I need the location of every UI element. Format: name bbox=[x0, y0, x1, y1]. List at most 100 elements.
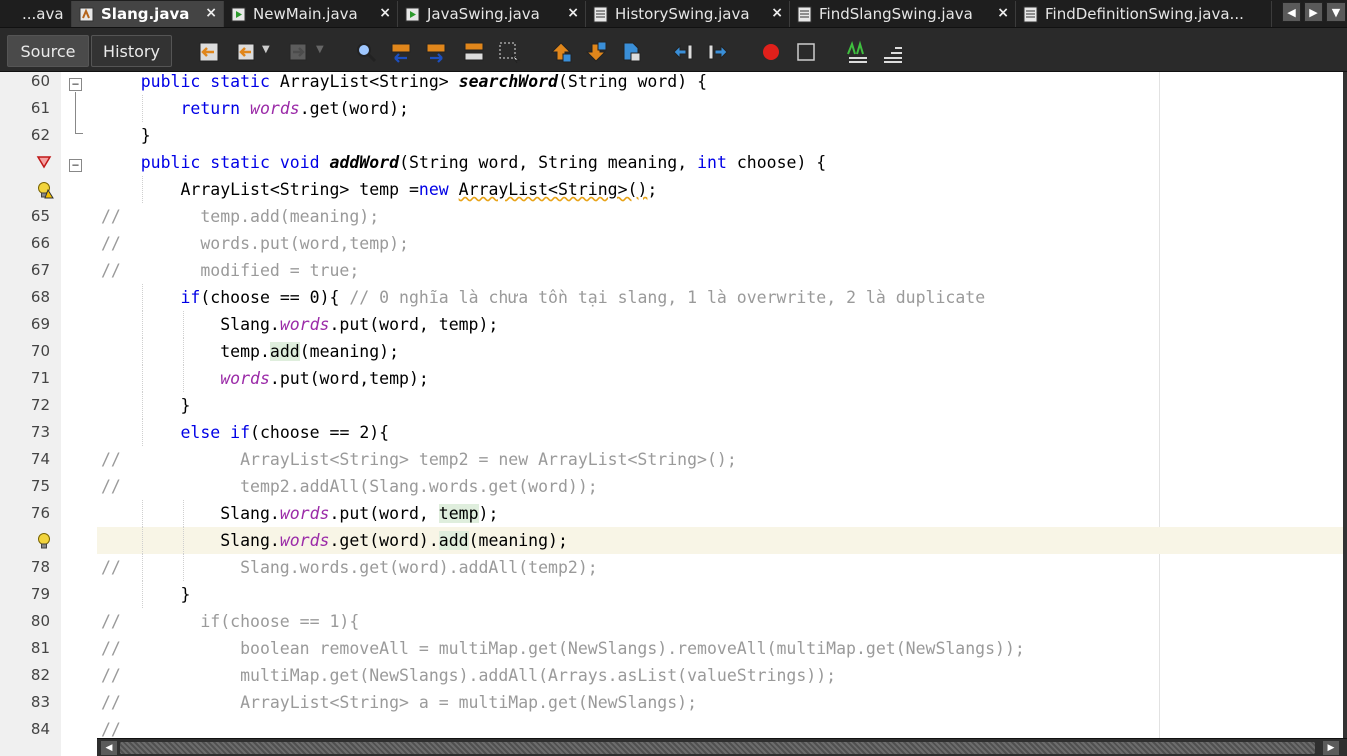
override-marker-icon[interactable] bbox=[36, 154, 52, 172]
code-editor[interactable]: public static ArrayList<String> searchWo… bbox=[97, 72, 1343, 738]
collapse-fold-icon[interactable]: − bbox=[69, 159, 82, 172]
tab-label: FindDefinitionSwing.java... bbox=[1045, 5, 1244, 23]
close-icon[interactable]: × bbox=[205, 5, 217, 21]
history-view-button[interactable]: History bbox=[91, 35, 172, 67]
code-line[interactable]: } bbox=[97, 122, 1343, 149]
code-line[interactable]: if(choose == 0){ // 0 nghĩa là chưa tồn … bbox=[97, 284, 1343, 311]
code-line[interactable]: // words.put(word,temp); bbox=[97, 230, 1343, 257]
vertical-scrollbar[interactable] bbox=[1343, 72, 1347, 738]
code-line[interactable]: } bbox=[97, 581, 1343, 608]
tab-label: FindSlangSwing.java bbox=[819, 5, 973, 23]
code-line[interactable]: Slang.words.put(word, temp); bbox=[97, 311, 1343, 338]
horizontal-scrollbar[interactable]: ◀ ▶ bbox=[97, 738, 1347, 756]
fold-end-mark bbox=[75, 133, 83, 134]
code-text: return words.get(word); bbox=[180, 99, 409, 118]
line-number: 68 bbox=[30, 288, 50, 306]
code-line[interactable]: ArrayList<String> temp =new ArrayList<St… bbox=[97, 176, 1343, 203]
previous-bookmark-icon[interactable] bbox=[549, 40, 573, 64]
line-number: 83 bbox=[30, 693, 50, 711]
line-number: 79 bbox=[30, 585, 50, 603]
comment-icon[interactable] bbox=[846, 40, 870, 64]
toggle-highlight-search-icon[interactable] bbox=[462, 40, 486, 64]
editor-toolbar: Source History ▼ ▼ bbox=[0, 28, 1347, 72]
find-next-icon[interactable] bbox=[424, 40, 448, 64]
next-bookmark-icon[interactable] bbox=[584, 40, 608, 64]
code-line[interactable]: Slang.words.put(word, temp); bbox=[97, 500, 1343, 527]
tab-overflow[interactable]: ...ava bbox=[0, 1, 72, 27]
code-line[interactable]: } bbox=[97, 392, 1343, 419]
start-macro-recording-icon[interactable] bbox=[759, 40, 783, 64]
java-runnable-file-icon bbox=[231, 7, 246, 21]
hint-lightbulb-icon[interactable] bbox=[36, 532, 52, 550]
scroll-tabs-left-button[interactable]: ◀ bbox=[1282, 2, 1301, 22]
show-opened-documents-button[interactable]: ▼ bbox=[1326, 2, 1346, 22]
line-number: 74 bbox=[30, 450, 50, 468]
code-line[interactable]: // ArrayList<String> temp2 = new ArrayLi… bbox=[97, 446, 1343, 473]
close-icon[interactable]: × bbox=[997, 5, 1009, 21]
forward-icon[interactable] bbox=[286, 40, 310, 64]
uncomment-icon[interactable] bbox=[881, 40, 905, 64]
code-text: else if(choose == 2){ bbox=[180, 423, 390, 442]
form-file-icon bbox=[797, 6, 812, 22]
back-icon[interactable] bbox=[234, 40, 258, 64]
tab-label: NewMain.java bbox=[253, 5, 358, 23]
tab-slang-java[interactable]: Slang.java × bbox=[72, 1, 224, 27]
code-text: temp.add(meaning); bbox=[101, 342, 400, 361]
code-line[interactable]: public static ArrayList<String> searchWo… bbox=[97, 72, 1343, 95]
tab-javaswing-java[interactable]: JavaSwing.java × bbox=[398, 1, 586, 27]
line-number: 69 bbox=[30, 315, 50, 333]
code-line[interactable]: // multiMap.get(NewSlangs).addAll(Arrays… bbox=[97, 662, 1343, 689]
warning-lightbulb-icon[interactable] bbox=[36, 181, 54, 199]
toggle-bookmark-icon[interactable] bbox=[619, 40, 643, 64]
stop-macro-recording-icon[interactable] bbox=[794, 40, 818, 64]
line-number: 73 bbox=[30, 423, 50, 441]
code-line[interactable]: Slang.words.get(word).add(meaning); bbox=[97, 527, 1343, 554]
code-line[interactable]: // temp.add(meaning); bbox=[97, 203, 1343, 230]
code-line[interactable]: // modified = true; bbox=[97, 257, 1343, 284]
line-number: 71 bbox=[30, 369, 50, 387]
code-line[interactable]: // if(choose == 1){ bbox=[97, 608, 1343, 635]
scroll-right-button[interactable]: ▶ bbox=[1323, 741, 1339, 755]
tab-newmain-java[interactable]: NewMain.java × bbox=[224, 1, 398, 27]
fold-guide-line bbox=[75, 92, 76, 134]
chevron-left-icon: ◀ bbox=[1287, 5, 1296, 19]
tab-finddefinitionswing-java[interactable]: FindDefinitionSwing.java... bbox=[1016, 1, 1272, 27]
find-previous-icon[interactable] bbox=[389, 40, 413, 64]
close-icon[interactable]: × bbox=[567, 5, 579, 21]
code-line[interactable]: else if(choose == 2){ bbox=[97, 419, 1343, 446]
code-line[interactable]: // boolean removeAll = multiMap.get(NewS… bbox=[97, 635, 1343, 662]
chevron-down-icon[interactable]: ▼ bbox=[262, 44, 270, 55]
horizontal-scroll-thumb[interactable] bbox=[120, 742, 1315, 754]
shift-line-left-icon[interactable] bbox=[671, 40, 695, 64]
scroll-left-button[interactable]: ◀ bbox=[101, 741, 117, 755]
form-file-icon bbox=[1023, 6, 1038, 22]
tab-label: Slang.java bbox=[101, 5, 190, 23]
code-line[interactable]: // ArrayList<String> a = multiMap.get(Ne… bbox=[97, 689, 1343, 716]
code-line[interactable]: // bbox=[97, 716, 1343, 738]
code-line[interactable]: return words.get(word); bbox=[97, 95, 1343, 122]
toggle-rectangular-selection-icon[interactable] bbox=[497, 40, 521, 64]
chevron-down-icon[interactable]: ▼ bbox=[316, 44, 324, 55]
last-edit-icon[interactable] bbox=[197, 40, 221, 64]
code-text: // temp.add(meaning); bbox=[101, 207, 380, 226]
code-line[interactable]: // Slang.words.get(word).addAll(temp2); bbox=[97, 554, 1343, 581]
code-line[interactable]: // temp2.addAll(Slang.words.get(word)); bbox=[97, 473, 1343, 500]
find-icon[interactable] bbox=[354, 40, 378, 64]
line-number: 84 bbox=[30, 720, 50, 738]
chevron-down-icon: ▼ bbox=[1331, 5, 1341, 19]
code-line[interactable]: temp.add(meaning); bbox=[97, 338, 1343, 365]
code-line[interactable]: public static void addWord(String word, … bbox=[97, 149, 1343, 176]
scroll-tabs-right-button[interactable]: ▶ bbox=[1304, 2, 1323, 22]
code-line[interactable]: words.put(word,temp); bbox=[97, 365, 1343, 392]
line-number: 76 bbox=[30, 504, 50, 522]
code-text: // bbox=[101, 720, 121, 738]
shift-line-right-icon[interactable] bbox=[706, 40, 730, 64]
source-view-button[interactable]: Source bbox=[7, 35, 89, 67]
tab-findslangswing-java[interactable]: FindSlangSwing.java × bbox=[790, 1, 1016, 27]
tab-historyswing-java[interactable]: HistorySwing.java × bbox=[586, 1, 790, 27]
close-icon[interactable]: × bbox=[771, 5, 783, 21]
collapse-fold-icon[interactable]: − bbox=[69, 78, 82, 91]
code-text: ArrayList<String> temp =new ArrayList<St… bbox=[101, 180, 658, 199]
close-icon[interactable]: × bbox=[379, 5, 391, 21]
code-text: } bbox=[101, 126, 151, 145]
